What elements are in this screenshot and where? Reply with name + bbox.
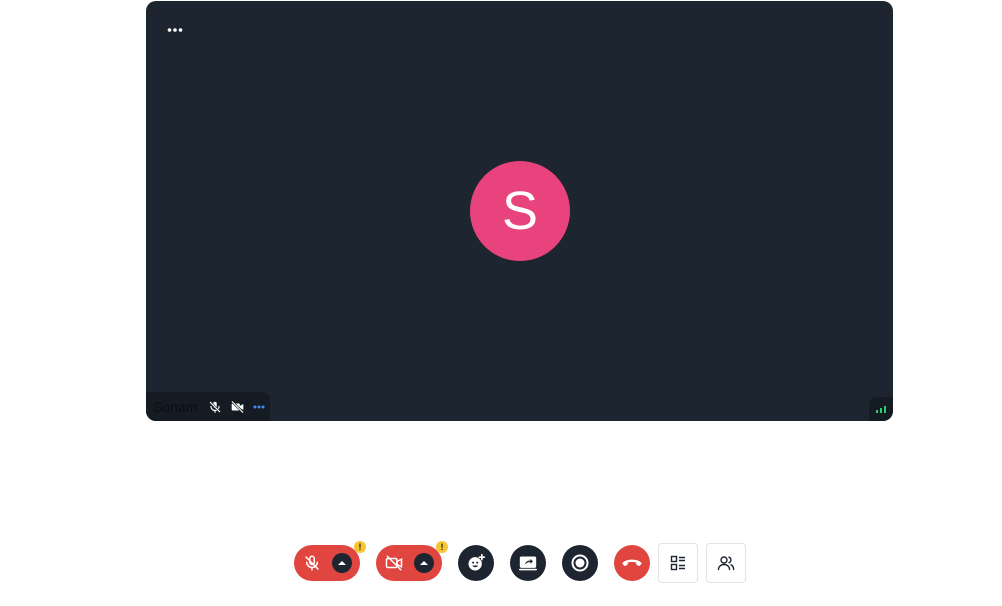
avatar-initial: S xyxy=(501,181,539,241)
record-button[interactable] xyxy=(562,545,598,581)
tile-more-options-button[interactable] xyxy=(164,19,186,41)
more-horizontal-icon xyxy=(167,28,183,32)
share-screen-button[interactable] xyxy=(510,545,546,581)
video-tile: S Sonam xyxy=(146,1,893,421)
more-horizontal-icon xyxy=(253,405,265,408)
emoji-add-icon xyxy=(468,553,486,571)
participant-name: Sonam xyxy=(153,398,198,415)
grid-list-icon xyxy=(670,555,685,571)
mic-off-icon xyxy=(207,399,223,415)
camera-off-icon xyxy=(376,545,412,581)
meeting-toolbar: ! ! xyxy=(0,541,1002,583)
signal-bars-icon xyxy=(876,406,886,413)
record-icon xyxy=(571,554,589,572)
mic-off-icon xyxy=(294,545,330,581)
participants-button[interactable] xyxy=(706,543,746,583)
camera-warning-badge: ! xyxy=(436,541,448,553)
reactions-button[interactable] xyxy=(458,545,494,581)
connection-indicator[interactable] xyxy=(869,397,893,421)
participant-name-bar: Sonam xyxy=(146,392,270,421)
microphone-warning-badge: ! xyxy=(354,541,366,553)
participant-more-button[interactable] xyxy=(251,399,267,415)
camera-options-button[interactable] xyxy=(414,553,434,573)
microphone-options-button[interactable] xyxy=(332,553,352,573)
microphone-toggle[interactable]: ! xyxy=(294,541,366,581)
camera-toggle[interactable]: ! xyxy=(376,541,448,581)
screen-share-icon xyxy=(519,556,537,571)
layout-button[interactable] xyxy=(658,543,698,583)
people-icon xyxy=(717,556,735,571)
leave-call-button[interactable] xyxy=(614,545,650,581)
participant-avatar: S xyxy=(470,161,570,261)
chevron-up-icon xyxy=(338,561,346,565)
chevron-up-icon xyxy=(420,561,428,565)
camera-off-icon xyxy=(229,399,245,415)
phone-hangup-icon xyxy=(622,559,642,566)
